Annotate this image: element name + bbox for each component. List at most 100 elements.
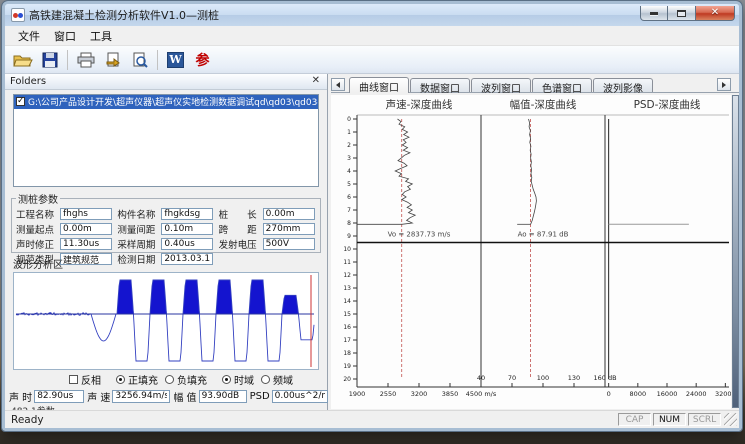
- menu-bar: 文件窗口工具: [5, 26, 739, 46]
- readout-field: 声 时: [9, 389, 84, 404]
- svg-text:16: 16: [343, 324, 351, 331]
- svg-text:8000: 8000: [630, 390, 647, 398]
- status-text: Ready: [11, 414, 44, 426]
- radio-icon: [261, 375, 270, 384]
- toolbar-separator: [67, 50, 68, 70]
- vertical-scrollbar[interactable]: [732, 95, 739, 408]
- word-report-button[interactable]: W: [163, 48, 188, 72]
- param-input[interactable]: [60, 238, 112, 250]
- print-preview-button[interactable]: [127, 48, 152, 72]
- readout-input[interactable]: [199, 390, 247, 403]
- status-key: NUM: [653, 413, 686, 426]
- svg-text:2550: 2550: [380, 390, 397, 398]
- svg-text:13: 13: [343, 285, 351, 292]
- param-label: 跨 距: [219, 222, 263, 236]
- param-field: 测量间距: [117, 222, 214, 236]
- menu-item[interactable]: 文件: [11, 26, 47, 46]
- waveform-plot[interactable]: [14, 273, 318, 369]
- radio-control[interactable]: 负填充: [165, 372, 207, 387]
- svg-text:0: 0: [607, 390, 611, 398]
- resize-grip[interactable]: [724, 413, 737, 426]
- param-input[interactable]: [60, 223, 112, 235]
- readout-field: PSD: [250, 390, 328, 403]
- readout-input[interactable]: [112, 390, 170, 403]
- file-list[interactable]: G:\公司产品设计开发\超声仪器\超声仪实地检测数据调试qd\qd03\qd03…: [13, 94, 319, 187]
- param-input[interactable]: [161, 238, 213, 250]
- svg-text:19: 19: [343, 363, 351, 370]
- control-label: 反相: [81, 372, 101, 387]
- readout-label: PSD: [250, 391, 270, 402]
- file-checkbox[interactable]: [16, 97, 25, 106]
- tab-1[interactable]: 曲线窗口: [349, 77, 409, 93]
- depth-curves-plot: 01234567891011121314151617181920声速-深度曲线1…: [331, 95, 731, 409]
- panel-close-icon[interactable]: ✕: [310, 76, 322, 86]
- svg-text:4: 4: [347, 168, 351, 175]
- open-file-button[interactable]: [10, 48, 35, 72]
- status-key: SCRL: [688, 413, 721, 426]
- readout-input[interactable]: [272, 390, 328, 403]
- param-field: 桩 长: [219, 207, 316, 221]
- tab-bar: 曲线窗口数据窗口波列窗口色谱窗口波列影像: [331, 76, 739, 93]
- param-field: 测量起点: [16, 222, 113, 236]
- param-input[interactable]: [263, 208, 315, 220]
- menu-item[interactable]: 工具: [83, 26, 119, 46]
- maximize-icon: [677, 10, 686, 17]
- tab-5[interactable]: 波列影像: [593, 78, 653, 92]
- checkbox-icon: [69, 375, 78, 384]
- svg-text:1: 1: [347, 129, 351, 136]
- param-input[interactable]: [161, 208, 213, 220]
- param-field: 采样周期: [117, 237, 214, 251]
- tab-scroll-left-button[interactable]: [331, 78, 345, 91]
- chevron-right-icon: [722, 82, 726, 88]
- svg-text:14: 14: [343, 298, 351, 305]
- curve-chart-area: 01234567891011121314151617181920声速-深度曲线1…: [331, 93, 739, 410]
- radio-icon: [165, 375, 174, 384]
- svg-text:10: 10: [343, 246, 351, 253]
- maximize-button[interactable]: [668, 6, 695, 21]
- waveform-area[interactable]: [13, 272, 319, 370]
- tab-4[interactable]: 色谱窗口: [532, 78, 592, 92]
- title-bar[interactable]: 高铁建混凝土检测分析软件V1.0—测桩 ✕: [5, 4, 739, 26]
- svg-text:11: 11: [343, 259, 351, 266]
- svg-text:4500 m/s: 4500 m/s: [466, 390, 497, 398]
- param-input[interactable]: [161, 223, 213, 235]
- file-list-item[interactable]: G:\公司产品设计开发\超声仪器\超声仪实地检测数据调试qd\qd03\qd03…: [14, 95, 318, 109]
- svg-text:70: 70: [508, 374, 516, 382]
- pile-params-group: 测桩参数 工程名称构件名称桩 长测量起点测量间距跨 距声时修正采样周期发射电压规…: [11, 191, 321, 253]
- export-button[interactable]: [100, 48, 125, 72]
- radio-icon: [116, 375, 125, 384]
- readout-field: 幅 值: [173, 389, 246, 404]
- main-area: Folders ✕ G:\公司产品设计开发\超声仪器\超声仪实地检测数据调试qd…: [5, 74, 739, 410]
- toolbar: W 参: [5, 46, 739, 74]
- tab-2[interactable]: 数据窗口: [410, 78, 470, 92]
- save-button[interactable]: [37, 48, 62, 72]
- checkbox-control[interactable]: 反相: [69, 372, 101, 387]
- tab-3[interactable]: 波列窗口: [471, 78, 531, 92]
- param-field: 跨 距: [219, 222, 316, 236]
- print-button[interactable]: [73, 48, 98, 72]
- tab-scroll-right-button[interactable]: [717, 78, 731, 91]
- param-label: 测量起点: [16, 222, 60, 236]
- radio-control[interactable]: 频域: [261, 372, 293, 387]
- param-input[interactable]: [263, 238, 315, 250]
- menu-item[interactable]: 窗口: [47, 26, 83, 46]
- file-path: G:\公司产品设计开发\超声仪器\超声仪实地检测数据调试qd\qd03\qd03…: [28, 95, 318, 108]
- svg-text:100: 100: [537, 374, 549, 382]
- svg-text:15: 15: [343, 311, 351, 318]
- svg-text:16000: 16000: [657, 390, 678, 398]
- control-label: 正填充: [128, 372, 158, 387]
- readout-input[interactable]: [34, 390, 84, 403]
- radio-control[interactable]: 时域: [222, 372, 254, 387]
- app-window: 高铁建混凝土检测分析软件V1.0—测桩 ✕ 文件窗口工具: [2, 1, 742, 431]
- param-input[interactable]: [263, 223, 315, 235]
- wave-area-title: 波形分析区: [13, 256, 327, 271]
- control-label: 负填充: [177, 372, 207, 387]
- parameters-button[interactable]: 参: [190, 48, 215, 72]
- param-label: 构件名称: [117, 207, 161, 221]
- minimize-button[interactable]: [640, 6, 668, 21]
- svg-text:24000: 24000: [686, 390, 707, 398]
- param-input[interactable]: [60, 208, 112, 220]
- minimize-icon: [650, 12, 658, 15]
- close-button[interactable]: ✕: [695, 6, 735, 21]
- radio-control[interactable]: 正填充: [116, 372, 158, 387]
